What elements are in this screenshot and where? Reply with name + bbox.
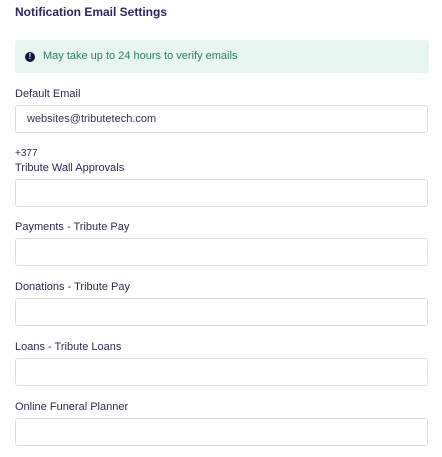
loans-tribute-loans-label: Loans - Tribute Loans	[15, 341, 122, 353]
tribute-wall-approvals-input[interactable]	[15, 179, 428, 207]
default-email-counter: +377	[15, 148, 38, 159]
online-funeral-planner-input[interactable]	[15, 418, 428, 446]
donations-tribute-pay-input[interactable]	[15, 298, 428, 326]
payments-tribute-pay-label: Payments - Tribute Pay	[15, 221, 130, 233]
donations-tribute-pay-label: Donations - Tribute Pay	[15, 281, 130, 293]
section-title: Notification Email Settings	[15, 5, 168, 19]
online-funeral-planner-label: Online Funeral Planner	[15, 401, 129, 413]
tribute-wall-approvals-label: Tribute Wall Approvals	[15, 162, 125, 174]
verification-notice: ! May take up to 24 hours to verify emai…	[15, 40, 429, 73]
verification-notice-text: May take up to 24 hours to verify emails	[43, 50, 238, 62]
default-email-input[interactable]	[15, 105, 428, 133]
info-icon: !	[25, 52, 35, 62]
payments-tribute-pay-input[interactable]	[15, 238, 428, 266]
loans-tribute-loans-input[interactable]	[15, 358, 428, 386]
default-email-label: Default Email	[15, 88, 81, 100]
